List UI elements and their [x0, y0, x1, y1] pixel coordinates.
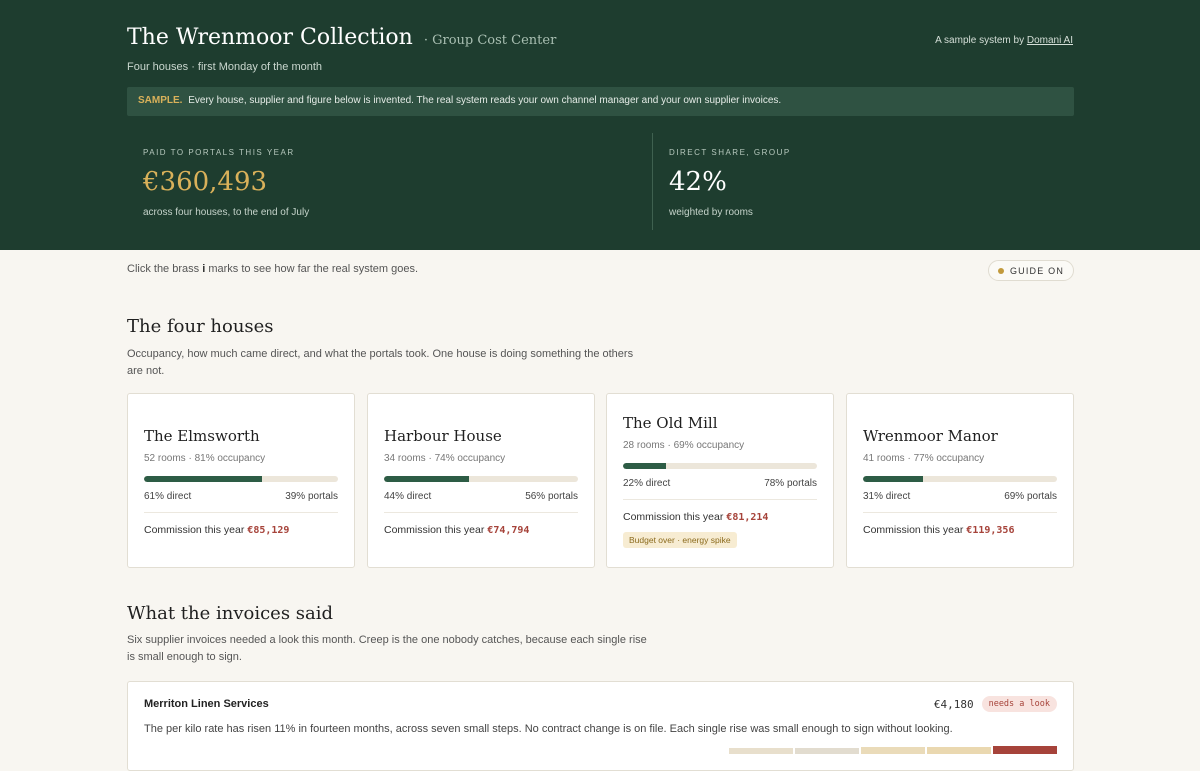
- house-meta: 52 rooms · 81% occupancy: [144, 453, 266, 464]
- sample-banner: SAMPLE. Every house, supplier and figure…: [127, 87, 1074, 116]
- invoices-title: What the invoices said: [127, 603, 334, 624]
- house-name: The Old Mill: [623, 414, 718, 432]
- title-row: The Wrenmoor Collection · Group Cost Cen…: [127, 25, 1073, 55]
- credit-prefix: A sample system by: [935, 35, 1025, 46]
- rate-step: [993, 746, 1057, 754]
- house-meta: 28 rooms · 69% occupancy: [623, 440, 745, 451]
- stat-note: weighted by rooms: [669, 207, 753, 218]
- direct-bar: [863, 476, 1057, 482]
- direct-portal-split: 31% direct 69% portals: [863, 491, 1057, 513]
- direct-bar: [623, 463, 817, 469]
- direct-share: 44% direct: [384, 491, 432, 502]
- brass-i-mark: i: [202, 263, 206, 275]
- direct-portal-split: 61% direct 39% portals: [144, 491, 338, 513]
- stat-value: €360,493: [143, 167, 268, 197]
- direct-bar: [144, 476, 338, 482]
- houses-desc: Occupancy, how much came direct, and wha…: [127, 348, 634, 377]
- guide-label: GUIDE ON: [1009, 265, 1065, 276]
- stat-direct-share: DIRECT SHARE, GROUP 42% weighted by room…: [669, 148, 791, 218]
- portal-share: 69% portals: [1004, 491, 1057, 502]
- invoice-supplier: Merriton Linen Services: [144, 698, 269, 710]
- guide-dot-icon: [997, 267, 1004, 274]
- page-title-text: The Wrenmoor Collection: [127, 25, 413, 50]
- house-name: Harbour House: [384, 427, 502, 445]
- house-card-old-mill[interactable]: The Old Mill 28 rooms · 69% occupancy 22…: [606, 393, 834, 568]
- tagline: Four houses · first Monday of the month: [127, 61, 323, 73]
- direct-bar-fill: [384, 476, 470, 482]
- direct-bar: [384, 476, 578, 482]
- budget-flag-badge: Budget over · energy spike: [623, 532, 737, 548]
- invoices-desc: Six supplier invoices needed a look this…: [127, 634, 647, 663]
- direct-share: 22% direct: [623, 478, 671, 489]
- direct-portal-split: 44% direct 56% portals: [384, 491, 578, 513]
- direct-bar-fill: [144, 476, 263, 482]
- rate-step: [729, 748, 793, 754]
- stat-label: PAID TO PORTALS THIS YEAR: [143, 148, 295, 157]
- guide-help: Click the brass i marks to see how far t…: [127, 263, 418, 275]
- page-title: The Wrenmoor Collection · Group Cost Cen…: [127, 25, 556, 50]
- commission: Commission this year €81,214: [623, 511, 817, 523]
- commission-label: Commission this year: [863, 524, 964, 536]
- help-prefix: Click the brass: [127, 263, 200, 275]
- rate-step: [795, 748, 859, 754]
- stat-note: across four houses, to the end of July: [143, 207, 310, 218]
- direct-portal-split: 22% direct 78% portals: [623, 478, 817, 500]
- rate-steps: [729, 746, 1057, 754]
- house-name: The Elmsworth: [144, 427, 260, 445]
- invoice-amount: €4,180: [933, 697, 974, 711]
- invoice-header: Merriton Linen Services €4,180 needs a l…: [144, 696, 1057, 712]
- stat-divider: [652, 133, 653, 230]
- commission-label: Commission this year: [623, 511, 724, 523]
- house-card-wrenmoor-manor[interactable]: Wrenmoor Manor 41 rooms · 77% occupancy …: [846, 393, 1074, 568]
- portal-share: 39% portals: [285, 491, 338, 502]
- commission-label: Commission this year: [144, 524, 245, 536]
- sample-tag: SAMPLE.: [138, 95, 183, 106]
- needs-look-badge: needs a look: [981, 696, 1057, 712]
- credit: A sample system by Domani AI: [935, 35, 1073, 46]
- direct-bar-fill: [623, 463, 666, 469]
- houses-title: The four houses: [127, 316, 274, 337]
- direct-share: 31% direct: [863, 491, 911, 502]
- rate-step: [861, 747, 925, 754]
- commission-amount: €85,129: [247, 525, 290, 536]
- invoice-right: €4,180 needs a look: [934, 696, 1057, 712]
- page-subtitle: · Group Cost Center: [423, 33, 557, 48]
- guide-toggle[interactable]: GUIDE ON: [988, 260, 1074, 281]
- house-name: Wrenmoor Manor: [863, 427, 998, 445]
- commission-amount: €74,794: [487, 525, 530, 536]
- house-card-harbour[interactable]: Harbour House 34 rooms · 74% occupancy 4…: [367, 393, 595, 568]
- commission: Commission this year €85,129: [144, 524, 338, 536]
- stat-portals-paid: PAID TO PORTALS THIS YEAR €360,493 acros…: [143, 148, 309, 218]
- commission: Commission this year €119,356: [863, 524, 1057, 536]
- house-meta: 41 rooms · 77% occupancy: [863, 453, 985, 464]
- direct-bar-fill: [863, 476, 924, 482]
- portal-share: 78% portals: [764, 478, 817, 489]
- portal-share: 56% portals: [525, 491, 578, 502]
- stat-label: DIRECT SHARE, GROUP: [669, 148, 791, 157]
- stat-value: 42%: [669, 167, 727, 197]
- commission-amount: €81,214: [726, 512, 769, 523]
- hero-header: The Wrenmoor Collection · Group Cost Cen…: [0, 0, 1200, 250]
- rate-step: [927, 747, 991, 754]
- direct-share: 61% direct: [144, 491, 192, 502]
- sample-text: Every house, supplier and figure below i…: [188, 95, 782, 106]
- invoice-desc: The per kilo rate has risen 11% in fourt…: [144, 723, 953, 735]
- help-suffix: marks to see how far the real system goe…: [208, 263, 419, 275]
- commission-label: Commission this year: [384, 524, 485, 536]
- commission-amount: €119,356: [966, 525, 1015, 536]
- house-meta: 34 rooms · 74% occupancy: [384, 453, 506, 464]
- invoice-card-merriton[interactable]: Merriton Linen Services €4,180 needs a l…: [127, 681, 1074, 771]
- credit-link[interactable]: Domani AI: [1027, 35, 1073, 46]
- house-card-elmsworth[interactable]: The Elmsworth 52 rooms · 81% occupancy 6…: [127, 393, 355, 568]
- commission: Commission this year €74,794: [384, 524, 578, 536]
